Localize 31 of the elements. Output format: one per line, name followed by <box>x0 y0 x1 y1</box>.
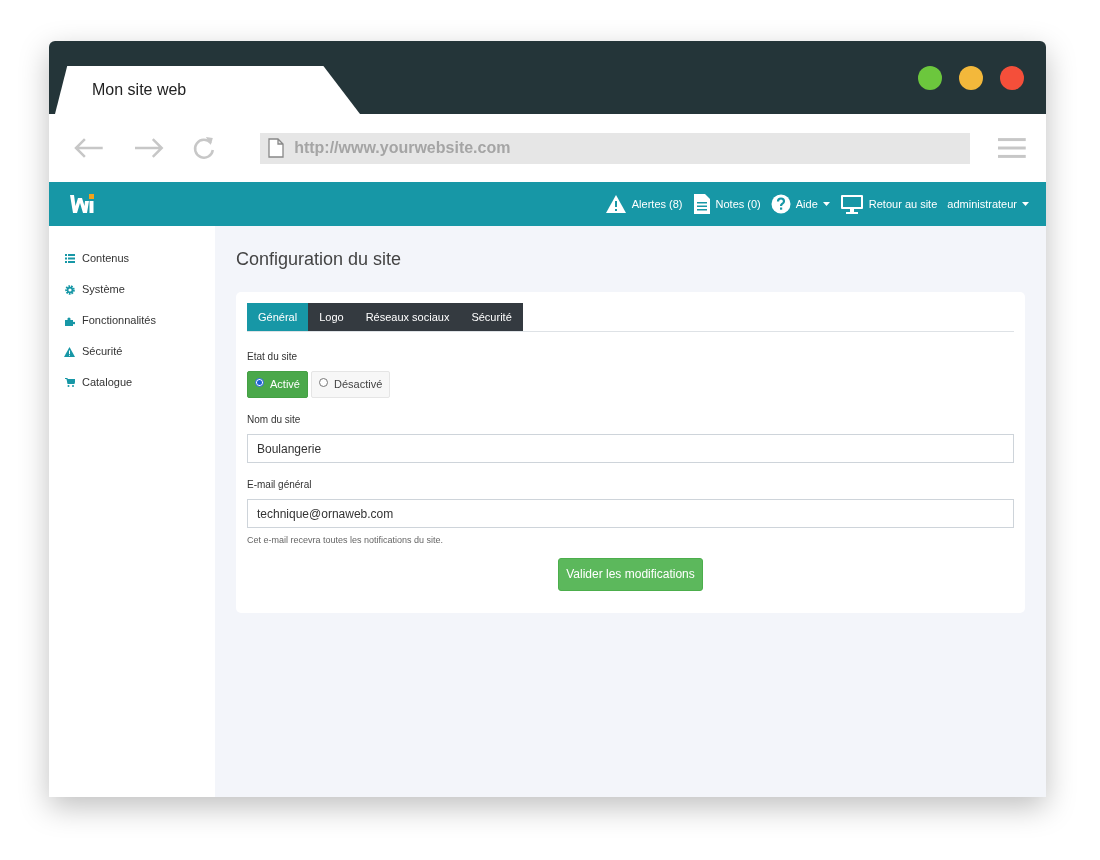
field-label: Etat du site <box>247 350 299 364</box>
input-field[interactable]: Boulangerie <box>247 434 1014 463</box>
sidebar-item[interactable]: Sécurité <box>64 343 215 360</box>
gear-icon <box>64 284 75 295</box>
browser-tab[interactable]: Mon site web <box>55 66 360 114</box>
tab[interactable]: Logo <box>308 303 355 331</box>
field-label: Nom du site <box>247 413 302 427</box>
tab[interactable]: Réseaux sociaux <box>354 303 461 331</box>
url-text: http://www.yourwebsite.com <box>294 138 511 158</box>
document-icon <box>692 193 711 215</box>
sidebar-item[interactable]: Système <box>64 281 215 298</box>
warning-icon <box>64 346 75 357</box>
sidebar-item[interactable]: Contenus <box>64 250 215 267</box>
caret-icon <box>822 202 830 206</box>
help-icon <box>770 194 791 214</box>
sidebar-item[interactable]: Fonctionnalités <box>64 312 215 329</box>
radio-option[interactable]: Désactivé <box>310 371 391 398</box>
cart-icon <box>64 378 75 387</box>
list-icon <box>64 254 75 263</box>
page-icon <box>268 138 285 158</box>
caret-icon <box>1022 202 1029 206</box>
page-title: Configuration du site <box>236 248 403 271</box>
monitor-icon <box>839 194 864 214</box>
logo-icon[interactable] <box>69 192 95 216</box>
help-text: Cet e-mail recevra toutes les notifications du site. <box>247 534 445 547</box>
field-label: E-mail général <box>247 478 313 492</box>
puzzle-icon <box>64 315 75 326</box>
warning-icon <box>604 194 627 214</box>
tab[interactable]: Sécurité <box>460 303 523 331</box>
input-field[interactable]: technique@ornaweb.com <box>247 499 1014 528</box>
sidebar-item[interactable]: Catalogue <box>64 374 215 391</box>
